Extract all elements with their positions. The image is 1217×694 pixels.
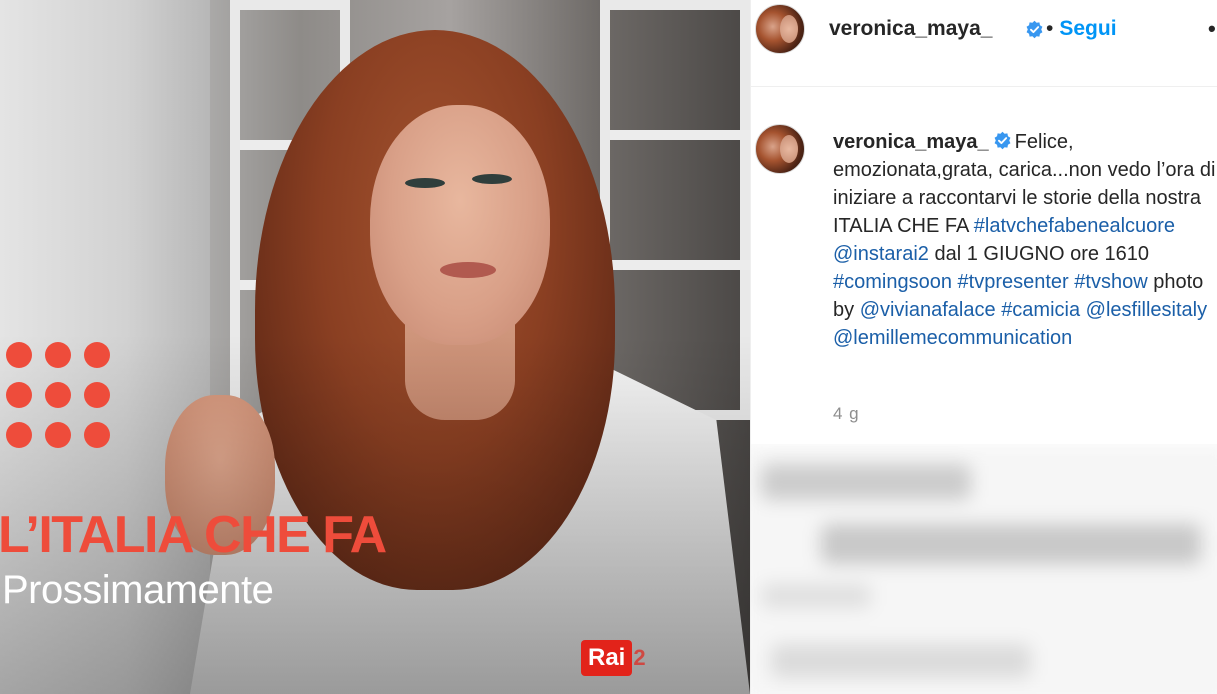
logo-dot: [6, 342, 32, 368]
verified-badge-icon: [994, 131, 1011, 150]
avatar[interactable]: [755, 4, 805, 54]
lips: [440, 262, 496, 278]
mention-link[interactable]: @lesfillesitaly: [1086, 299, 1207, 321]
blurred-actions-area: [751, 444, 1217, 694]
mention-link[interactable]: @lemillemecommunication: [833, 327, 1072, 349]
logo-dot: [84, 422, 110, 448]
hashtag-link[interactable]: #comingsoon: [833, 271, 952, 293]
right-eye: [472, 174, 512, 184]
post-time[interactable]: 4 g: [833, 404, 860, 424]
window-shelf: [610, 130, 750, 140]
hashtag-link[interactable]: #camicia: [1001, 299, 1080, 321]
logo-dot: [84, 342, 110, 368]
hashtag-link[interactable]: #latvchefabenealcuore: [974, 215, 1175, 237]
post-header: veronica_maya_ • Segui •: [751, 0, 1217, 87]
logo-dot: [84, 382, 110, 408]
caption-text: dal 1 GIUGNO ore 1610: [934, 243, 1150, 265]
logo-dot: [45, 422, 71, 448]
window-shelf: [610, 260, 750, 270]
caption-username[interactable]: veronica_maya_: [833, 131, 989, 153]
blur-layer: [751, 444, 1217, 694]
mention-link[interactable]: @instarai2: [833, 243, 929, 265]
header-username[interactable]: veronica_maya_: [829, 17, 992, 41]
left-eye: [405, 178, 445, 188]
rai-logo-box: Rai: [581, 640, 633, 676]
hashtag-link[interactable]: #tvpresenter: [958, 271, 1069, 293]
logo-dot: [6, 422, 32, 448]
more-dots-icon[interactable]: •: [1208, 16, 1216, 42]
follow-label: Segui: [1059, 17, 1117, 40]
face: [370, 105, 550, 345]
caption-avatar[interactable]: [755, 124, 805, 174]
post-caption: veronica_maya_ Felice, emozionata,grata,…: [833, 128, 1217, 352]
rai-logo-number: 2: [633, 645, 646, 670]
post-sidebar: veronica_maya_ • Segui • veronica_maya_ F…: [750, 0, 1217, 694]
logo-dot: [45, 342, 71, 368]
mention-link[interactable]: @vivianafalace: [860, 299, 996, 321]
follow-button[interactable]: • Segui: [1039, 17, 1117, 41]
blurred-comment-box: [771, 644, 1031, 678]
show-title: L’ITALIA CHE FA: [0, 506, 387, 564]
post-image[interactable]: L’ITALIA CHE FA Prossimamente Rai 2: [0, 0, 750, 694]
logo-dots: [6, 342, 110, 448]
separator-dot: •: [1046, 17, 1054, 40]
show-subtitle: Prossimamente: [2, 568, 274, 612]
blurred-date: [761, 584, 871, 608]
hashtag-link[interactable]: #tvshow: [1074, 271, 1147, 293]
blurred-likes: [821, 524, 1201, 564]
logo-dot: [45, 382, 71, 408]
blurred-icons: [761, 464, 971, 500]
logo-dot: [6, 382, 32, 408]
rai2-logo: Rai 2: [581, 635, 649, 681]
